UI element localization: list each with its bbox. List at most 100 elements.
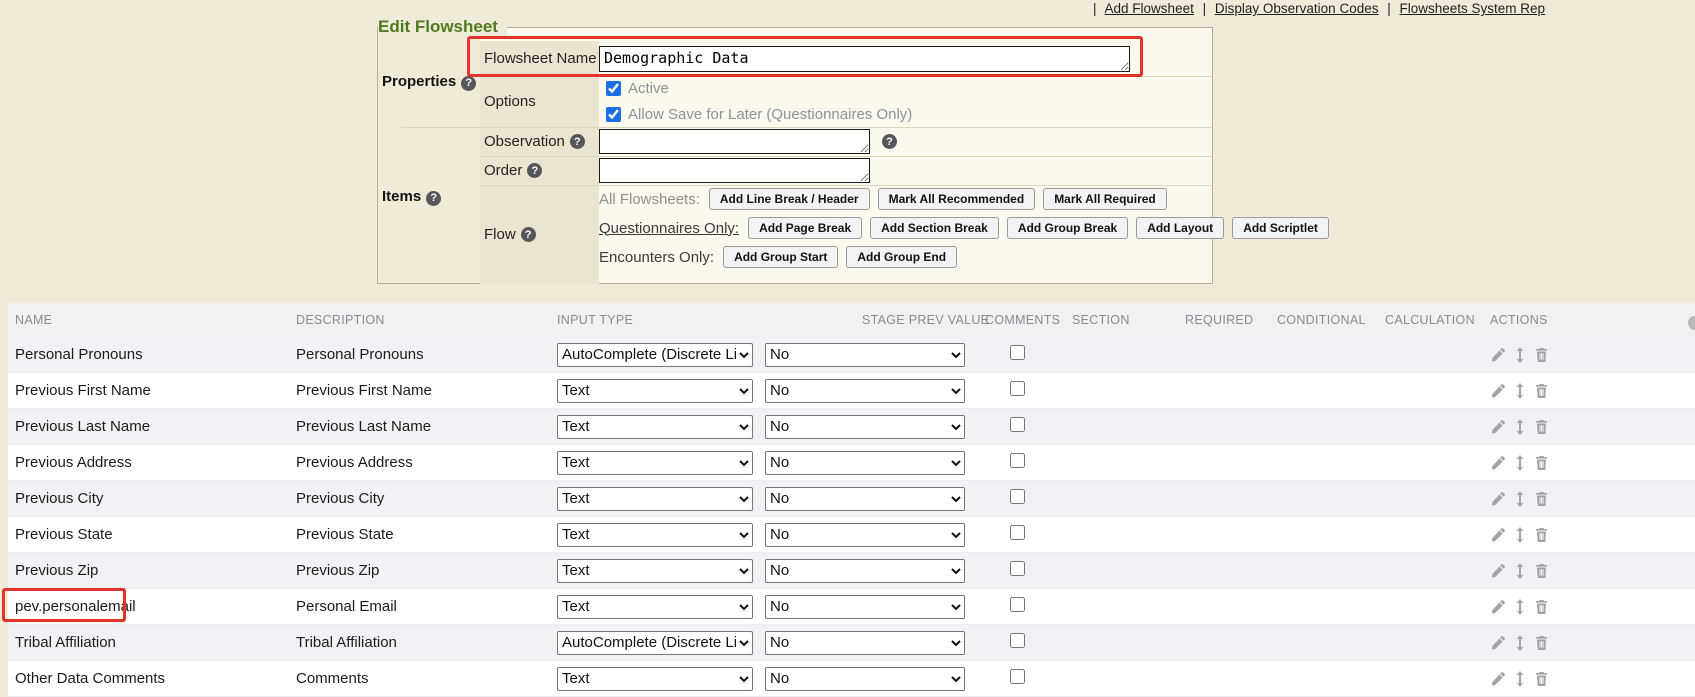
move-updown-icon[interactable] — [1514, 599, 1526, 615]
move-updown-icon[interactable] — [1514, 671, 1526, 687]
table-row: Previous Address Previous Address Text N… — [8, 445, 1695, 481]
delete-trash-icon[interactable] — [1534, 563, 1549, 579]
observation-input[interactable] — [599, 129, 870, 154]
stage-prev-value-select[interactable]: No — [765, 667, 965, 691]
help-icon[interactable]: ? — [882, 134, 897, 149]
table-row: Previous Zip Previous Zip Text No — [8, 553, 1695, 589]
move-updown-icon[interactable] — [1514, 527, 1526, 543]
stage-prev-value-select[interactable]: No — [765, 451, 965, 475]
delete-trash-icon[interactable] — [1534, 419, 1549, 435]
add-page-break-button[interactable]: Add Page Break — [748, 217, 862, 239]
header-section: SECTION — [1065, 313, 1175, 327]
input-type-select[interactable]: Text — [557, 523, 753, 547]
comments-checkbox[interactable] — [1010, 453, 1025, 468]
input-type-select[interactable]: Text — [557, 451, 753, 475]
active-checkbox[interactable] — [606, 81, 621, 96]
mark-all-recommended-button[interactable]: Mark All Recommended — [878, 188, 1036, 210]
header-input-type: INPUT TYPE — [557, 313, 765, 327]
delete-trash-icon[interactable] — [1534, 671, 1549, 687]
row-name: Previous Address — [8, 454, 296, 471]
observation-label-text: Observation — [484, 133, 565, 150]
comments-checkbox[interactable] — [1010, 525, 1025, 540]
stage-prev-value-select[interactable]: No — [765, 379, 965, 403]
nav-link-flowsheets-system-reports[interactable]: Flowsheets System Rep — [1400, 1, 1546, 16]
items-section-label: Items? — [382, 188, 441, 206]
edit-pencil-icon[interactable] — [1490, 419, 1506, 435]
stage-prev-value-select[interactable]: No — [765, 343, 965, 367]
add-group-start-button[interactable]: Add Group Start — [723, 246, 838, 268]
comments-checkbox[interactable] — [1010, 597, 1025, 612]
edit-pencil-icon[interactable] — [1490, 347, 1506, 363]
move-updown-icon[interactable] — [1514, 347, 1526, 363]
stage-prev-value-select[interactable]: No — [765, 523, 965, 547]
mark-all-required-button[interactable]: Mark All Required — [1043, 188, 1167, 210]
add-group-end-button[interactable]: Add Group End — [846, 246, 957, 268]
order-input[interactable] — [599, 158, 870, 183]
add-layout-button[interactable]: Add Layout — [1136, 217, 1224, 239]
edit-pencil-icon[interactable] — [1490, 527, 1506, 543]
stage-prev-value-select[interactable]: No — [765, 415, 965, 439]
input-type-select[interactable]: Text — [557, 415, 753, 439]
row-name: pev.personalemail — [8, 598, 296, 615]
delete-trash-icon[interactable] — [1534, 347, 1549, 363]
input-type-select[interactable]: Text — [557, 595, 753, 619]
input-type-select[interactable]: AutoComplete (Discrete List) — [557, 343, 753, 367]
help-icon[interactable]: ? — [426, 191, 441, 206]
edit-pencil-icon[interactable] — [1490, 599, 1506, 615]
move-updown-icon[interactable] — [1514, 455, 1526, 471]
stage-prev-value-select[interactable]: No — [765, 559, 965, 583]
delete-trash-icon[interactable] — [1534, 455, 1549, 471]
input-type-select[interactable]: Text — [557, 379, 753, 403]
help-icon[interactable]: ? — [521, 227, 536, 242]
help-icon[interactable]: ? — [570, 134, 585, 149]
edit-pencil-icon[interactable] — [1490, 563, 1506, 579]
flowsheet-name-input[interactable]: Demographic Data — [599, 46, 1130, 72]
nav-link-add-flowsheet[interactable]: Add Flowsheet — [1105, 1, 1194, 16]
delete-trash-icon[interactable] — [1534, 383, 1549, 399]
input-type-select[interactable]: AutoComplete (Discrete List) — [557, 631, 753, 655]
help-icon[interactable]: ? — [527, 163, 542, 178]
comments-checkbox[interactable] — [1010, 417, 1025, 432]
nav-link-display-observation-codes[interactable]: Display Observation Codes — [1215, 1, 1379, 16]
add-section-break-button[interactable]: Add Section Break — [870, 217, 999, 239]
delete-trash-icon[interactable] — [1534, 527, 1549, 543]
table-row: Previous State Previous State Text No — [8, 517, 1695, 553]
items-table: NAME DESCRIPTION INPUT TYPE STAGE PREV V… — [8, 303, 1695, 697]
move-updown-icon[interactable] — [1514, 491, 1526, 507]
comments-checkbox[interactable] — [1010, 489, 1025, 504]
delete-trash-icon[interactable] — [1534, 491, 1549, 507]
stage-prev-value-select[interactable]: No — [765, 595, 965, 619]
comments-checkbox[interactable] — [1010, 633, 1025, 648]
table-row: Personal Pronouns Personal Pronouns Auto… — [8, 337, 1695, 373]
move-updown-icon[interactable] — [1514, 563, 1526, 579]
stage-prev-value-select[interactable]: No — [765, 631, 965, 655]
delete-trash-icon[interactable] — [1534, 635, 1549, 651]
edit-pencil-icon[interactable] — [1490, 635, 1506, 651]
move-updown-icon[interactable] — [1514, 635, 1526, 651]
input-type-select[interactable]: Text — [557, 487, 753, 511]
comments-checkbox[interactable] — [1010, 669, 1025, 684]
help-icon[interactable]: ? — [461, 76, 476, 91]
header-calculation: CALCULATION — [1380, 313, 1475, 327]
delete-trash-icon[interactable] — [1534, 599, 1549, 615]
active-checkbox-label: Active — [628, 80, 669, 97]
add-line-break-header-button[interactable]: Add Line Break / Header — [709, 188, 870, 210]
move-updown-icon[interactable] — [1514, 383, 1526, 399]
allow-save-checkbox[interactable] — [606, 107, 621, 122]
add-group-break-button[interactable]: Add Group Break — [1007, 217, 1128, 239]
edit-pencil-icon[interactable] — [1490, 383, 1506, 399]
input-type-select[interactable]: Text — [557, 559, 753, 583]
table-header-row: NAME DESCRIPTION INPUT TYPE STAGE PREV V… — [8, 303, 1695, 337]
stage-prev-value-select[interactable]: No — [765, 487, 965, 511]
input-type-select[interactable]: Text — [557, 667, 753, 691]
comments-checkbox[interactable] — [1010, 561, 1025, 576]
nav-separator: | — [1387, 1, 1391, 16]
comments-checkbox[interactable] — [1010, 345, 1025, 360]
edit-pencil-icon[interactable] — [1490, 671, 1506, 687]
add-scriptlet-button[interactable]: Add Scriptlet — [1232, 217, 1329, 239]
edit-pencil-icon[interactable] — [1490, 455, 1506, 471]
order-label-text: Order — [484, 162, 522, 179]
edit-pencil-icon[interactable] — [1490, 491, 1506, 507]
move-updown-icon[interactable] — [1514, 419, 1526, 435]
comments-checkbox[interactable] — [1010, 381, 1025, 396]
